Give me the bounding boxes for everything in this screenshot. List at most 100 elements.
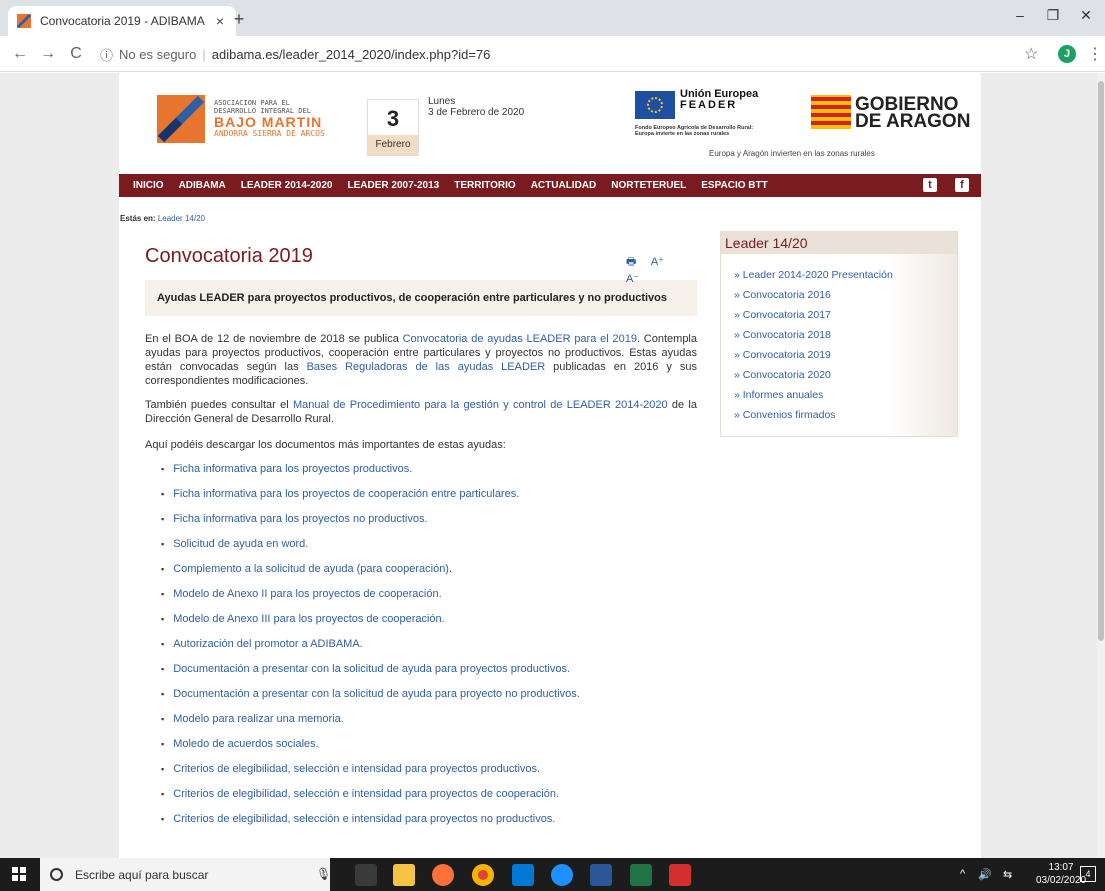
logo-line-3: ANDORRA SIERRA DE ARCOS	[214, 129, 325, 138]
word-icon[interactable]	[590, 864, 612, 886]
feader-caption-2: Europa invierte en las zonas rurales	[635, 131, 730, 137]
profile-avatar[interactable]: J	[1058, 45, 1076, 63]
taskbar-search-input[interactable]: Escribe aquí para buscar	[40, 858, 330, 891]
excel-icon[interactable]	[630, 864, 652, 886]
document-link[interactable]: Criterios de elegibilidad, selección e i…	[161, 812, 697, 837]
feader-logo: Unión Europea FEADER Fondo Europeo Agríc…	[635, 89, 795, 141]
sidebar-menu: » Leader 2014-2020 Presentación » Convoc…	[721, 268, 957, 428]
site-header: ASOCIACION PARA EL DESARROLLO INTEGRAL D…	[119, 73, 981, 173]
windows-start-icon[interactable]	[12, 867, 26, 881]
windows-taskbar: Escribe aquí para buscar 🎙 ^ 🔊 ⇆ 13:07 0…	[0, 858, 1105, 891]
aragon-line-2: DE ARAGON	[855, 111, 971, 132]
notification-center-icon[interactable]: 4	[1080, 866, 1096, 882]
edge-icon[interactable]	[551, 864, 573, 886]
document-link[interactable]: Autorización del promotor a ADIBAMA.	[161, 637, 697, 662]
document-link[interactable]: Modelo de Anexo III para los proyectos d…	[161, 612, 697, 637]
firefox-icon[interactable]	[432, 864, 454, 886]
document-link[interactable]: Documentación a presentar con la solicit…	[161, 662, 697, 687]
feader-caption: Fondo Europeo Agrícola de Desarrollo Rur…	[635, 125, 795, 137]
document-link[interactable]: Moledo de acuerdos sociales.	[161, 737, 697, 762]
page-title: Convocatoria 2019	[145, 245, 313, 267]
close-window-button[interactable]: ✕	[1063, 0, 1105, 30]
sidebar-item-convocatoria-2020[interactable]: » Convocatoria 2020	[734, 368, 957, 388]
clock-time: 13:07	[1048, 862, 1074, 873]
sidebar-item-presentacion[interactable]: » Leader 2014-2020 Presentación	[734, 268, 957, 288]
file-explorer-icon[interactable]	[393, 864, 415, 886]
document-list: Ficha informativa para los proyectos pro…	[145, 462, 697, 837]
sidebar-item-convenios[interactable]: » Convenios firmados	[734, 408, 957, 428]
logo-line-1: ASOCIACION PARA EL	[214, 99, 290, 107]
date-day: 3	[386, 106, 400, 131]
font-decrease-icon[interactable]: A⁻	[626, 273, 639, 285]
network-icon[interactable]: ⇆	[1003, 868, 1012, 881]
cortana-icon	[50, 868, 63, 881]
nav-item-adibama[interactable]: ADIBAMA	[179, 180, 226, 191]
nav-item-norteteruel[interactable]: NORTETERUEL	[611, 180, 686, 191]
browser-tabbar: Convocatoria 2019 - ADIBAMA × + – ❐ ✕	[0, 0, 1105, 36]
acrobat-icon[interactable]	[669, 864, 691, 886]
task-view-icon[interactable]	[355, 864, 377, 886]
document-link[interactable]: Ficha informativa para los proyectos pro…	[161, 462, 697, 487]
article-tools: 🖶 A⁺ A⁻	[626, 253, 697, 285]
tray-expand-icon[interactable]: ^	[960, 868, 965, 880]
bases-reguladoras-link[interactable]: Bases Reguladoras de las ayudas LEADER	[307, 361, 546, 373]
scrollbar-thumb[interactable]	[1098, 81, 1104, 641]
document-link[interactable]: Modelo para realizar una memoria.	[161, 712, 697, 737]
security-status: No es seguro	[119, 46, 197, 62]
page-viewport: ASOCIACION PARA EL DESARROLLO INTEGRAL D…	[0, 73, 1097, 858]
document-link[interactable]: Criterios de elegibilidad, selección e i…	[161, 762, 697, 787]
nav-item-actualidad[interactable]: ACTUALIDAD	[531, 180, 597, 191]
info-icon[interactable]: ⓘ	[100, 45, 113, 64]
adibama-logo[interactable]	[157, 95, 205, 143]
address-bar: ← → C ⓘ No es seguro | adibama.es/leader…	[0, 36, 1105, 72]
paragraph-downloads: Aquí podéis descargar los documentos más…	[145, 439, 506, 451]
nav-item-leader-2007-2013[interactable]: LEADER 2007-2013	[348, 180, 440, 191]
breadcrumb-link[interactable]: Leader 14/20	[158, 214, 205, 223]
nav-item-territorio[interactable]: TERRITORIO	[454, 180, 515, 191]
sidebar-item-convocatoria-2019[interactable]: » Convocatoria 2019	[734, 348, 957, 368]
document-link[interactable]: Criterios de elegibilidad, selección e i…	[161, 787, 697, 812]
sidebar-item-convocatoria-2017[interactable]: » Convocatoria 2017	[734, 308, 957, 328]
nav-item-espacio-btt[interactable]: ESPACIO BTT	[701, 180, 767, 191]
forward-button[interactable]: →	[36, 42, 60, 66]
font-increase-icon[interactable]: A⁺	[651, 256, 664, 268]
nav-item-inicio[interactable]: INICIO	[133, 180, 164, 191]
twitter-icon[interactable]: t	[923, 178, 937, 192]
microphone-icon[interactable]: 🎙	[316, 867, 331, 881]
url-input[interactable]: ⓘ No es seguro | adibama.es/leader_2014_…	[100, 41, 1008, 67]
manual-procedimiento-link[interactable]: Manual de Procedimiento para la gestión …	[293, 399, 668, 411]
sidebar-item-convocatoria-2016[interactable]: » Convocatoria 2016	[734, 288, 957, 308]
outlook-icon[interactable]	[512, 864, 534, 886]
date-full: 3 de Febrero de 2020	[428, 107, 525, 118]
adibama-favicon-icon	[16, 13, 32, 29]
chrome-icon[interactable]	[472, 864, 494, 886]
page-scrollbar[interactable]	[1097, 73, 1105, 858]
browser-tab[interactable]: Convocatoria 2019 - ADIBAMA ×	[8, 6, 236, 36]
date-weekday: Lunes	[428, 96, 456, 107]
date-widget: 3 Febrero	[367, 99, 419, 156]
sidebar-item-convocatoria-2018[interactable]: » Convocatoria 2018	[734, 328, 957, 348]
new-tab-button[interactable]: +	[226, 8, 252, 32]
convocatoria-link[interactable]: Convocatoria de ayudas LEADER para el 20…	[403, 333, 637, 345]
logo-text[interactable]: ASOCIACION PARA EL DESARROLLO INTEGRAL D…	[214, 99, 325, 139]
aragon-flag-icon	[811, 95, 851, 129]
document-link[interactable]: Ficha informativa para los proyectos no …	[161, 512, 697, 537]
reload-button[interactable]: C	[64, 42, 88, 66]
print-icon[interactable]: 🖶	[626, 256, 636, 268]
url-text: adibama.es/leader_2014_2020/index.php?id…	[211, 46, 491, 62]
logo-line-2: BAJO MARTIN	[214, 114, 323, 130]
document-link[interactable]: Ficha informativa para los proyectos de …	[161, 487, 697, 512]
document-link[interactable]: Modelo de Anexo II para los proyectos de…	[161, 587, 697, 612]
browser-menu-icon[interactable]: ⋮	[1087, 44, 1103, 64]
nav-item-leader-2014-2020[interactable]: LEADER 2014-2020	[241, 180, 333, 191]
taskbar-clock[interactable]: 13:07 03/02/2020	[1036, 861, 1086, 887]
document-link[interactable]: Solicitud de ayuda en word.	[161, 537, 697, 562]
p1-text-a: En el BOA de 12 de noviembre de 2018 se …	[145, 333, 403, 345]
document-link[interactable]: Documentación a presentar con la solicit…	[161, 687, 697, 712]
volume-icon[interactable]: 🔊	[978, 868, 992, 881]
bookmark-star-icon[interactable]: ☆	[1024, 44, 1038, 64]
document-link[interactable]: Complemento a la solicitud de ayuda (par…	[161, 562, 697, 587]
facebook-icon[interactable]: f	[955, 178, 969, 192]
sidebar-item-informes-anuales[interactable]: » Informes anuales	[734, 388, 957, 408]
back-button[interactable]: ←	[8, 42, 32, 66]
